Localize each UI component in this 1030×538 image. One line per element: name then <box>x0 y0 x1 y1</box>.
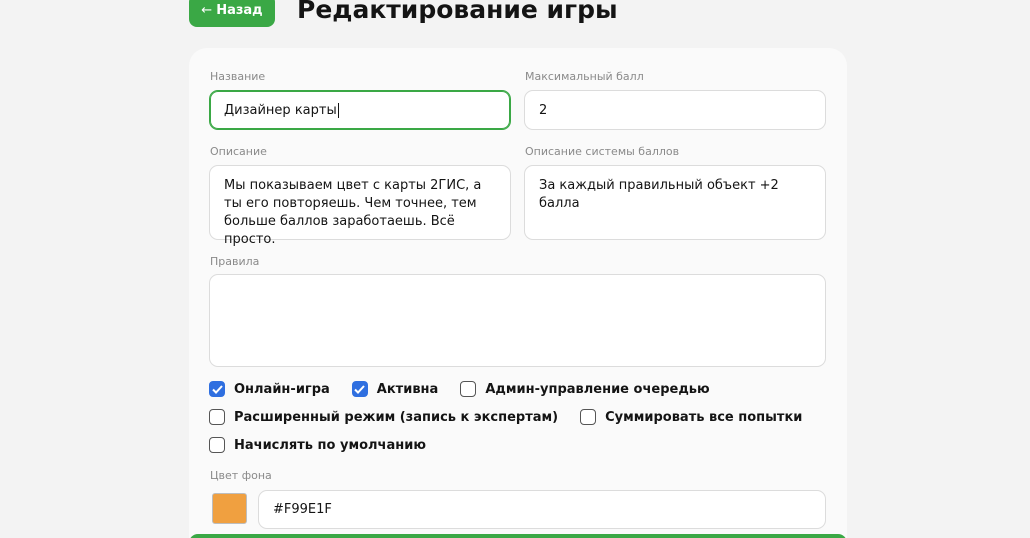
description-value: Мы показываем цвет с карты 2ГИС, а ты ег… <box>224 178 482 247</box>
checkbox-box[interactable] <box>209 409 225 425</box>
extended-mode-label: Расширенный режим (запись к экспертам) <box>234 409 559 425</box>
checkbox-box[interactable] <box>209 437 225 453</box>
checkbox-row-2: Расширенный режим (запись к экспертам) С… <box>209 409 824 425</box>
active-label: Активна <box>376 381 439 397</box>
score-description-value: За каждый правильный объект +2 балла <box>539 178 779 211</box>
score-description-textarea[interactable]: За каждый правильный объект +2 балла <box>524 165 826 240</box>
default-accrual-label: Начислять по умолчанию <box>234 437 426 453</box>
description-textarea[interactable]: Мы показываем цвет с карты 2ГИС, а ты ег… <box>209 165 511 247</box>
back-button-label: Назад <box>216 3 263 18</box>
default-accrual-checkbox[interactable]: Начислять по умолчанию <box>209 437 426 453</box>
checkbox-box[interactable] <box>351 381 368 397</box>
bg-color-value: #F99E1F <box>273 502 332 517</box>
save-button[interactable] <box>189 534 847 538</box>
text-caret <box>337 102 339 118</box>
bg-color-label: Цвет фона <box>210 469 272 482</box>
max-score-input[interactable]: 2 <box>524 90 826 130</box>
color-swatch[interactable] <box>212 493 247 524</box>
online-game-label: Онлайн-игра <box>234 381 330 397</box>
score-description-label: Описание системы баллов <box>525 145 680 158</box>
arrow-left-icon: ← <box>201 3 213 18</box>
back-button[interactable]: ← Назад <box>189 0 275 27</box>
max-score-input-value: 2 <box>539 102 548 118</box>
rules-textarea[interactable] <box>209 274 826 367</box>
checkbox-row-3: Начислять по умолчанию <box>209 437 448 453</box>
page-title: Редактирование игры <box>297 0 618 24</box>
checkbox-box[interactable] <box>580 409 597 425</box>
description-label: Описание <box>210 145 267 158</box>
rules-label: Правила <box>210 255 260 268</box>
checkbox-row-1: Онлайн-игра Активна Админ-управление оче… <box>209 381 732 397</box>
max-score-label: Максимальный балл <box>525 70 644 83</box>
online-game-checkbox[interactable]: Онлайн-игра <box>209 381 330 397</box>
extended-mode-checkbox[interactable]: Расширенный режим (запись к экспертам) <box>209 409 558 425</box>
name-input[interactable]: Дизайнер карты <box>209 90 511 130</box>
sum-attempts-label: Суммировать все попытки <box>605 409 803 425</box>
checkmark-icon <box>354 384 366 394</box>
checkbox-box[interactable] <box>460 381 477 397</box>
admin-queue-label: Админ-управление очередью <box>485 381 710 397</box>
bg-color-input[interactable]: #F99E1F <box>258 490 826 529</box>
name-input-value: Дизайнер карты <box>224 102 337 118</box>
sum-attempts-checkbox[interactable]: Суммировать все попытки <box>580 409 802 425</box>
admin-queue-checkbox[interactable]: Админ-управление очередью <box>460 381 710 397</box>
checkmark-icon <box>211 384 223 394</box>
active-checkbox[interactable]: Активна <box>351 381 439 397</box>
name-label: Название <box>210 70 266 83</box>
checkbox-box[interactable] <box>209 381 225 397</box>
